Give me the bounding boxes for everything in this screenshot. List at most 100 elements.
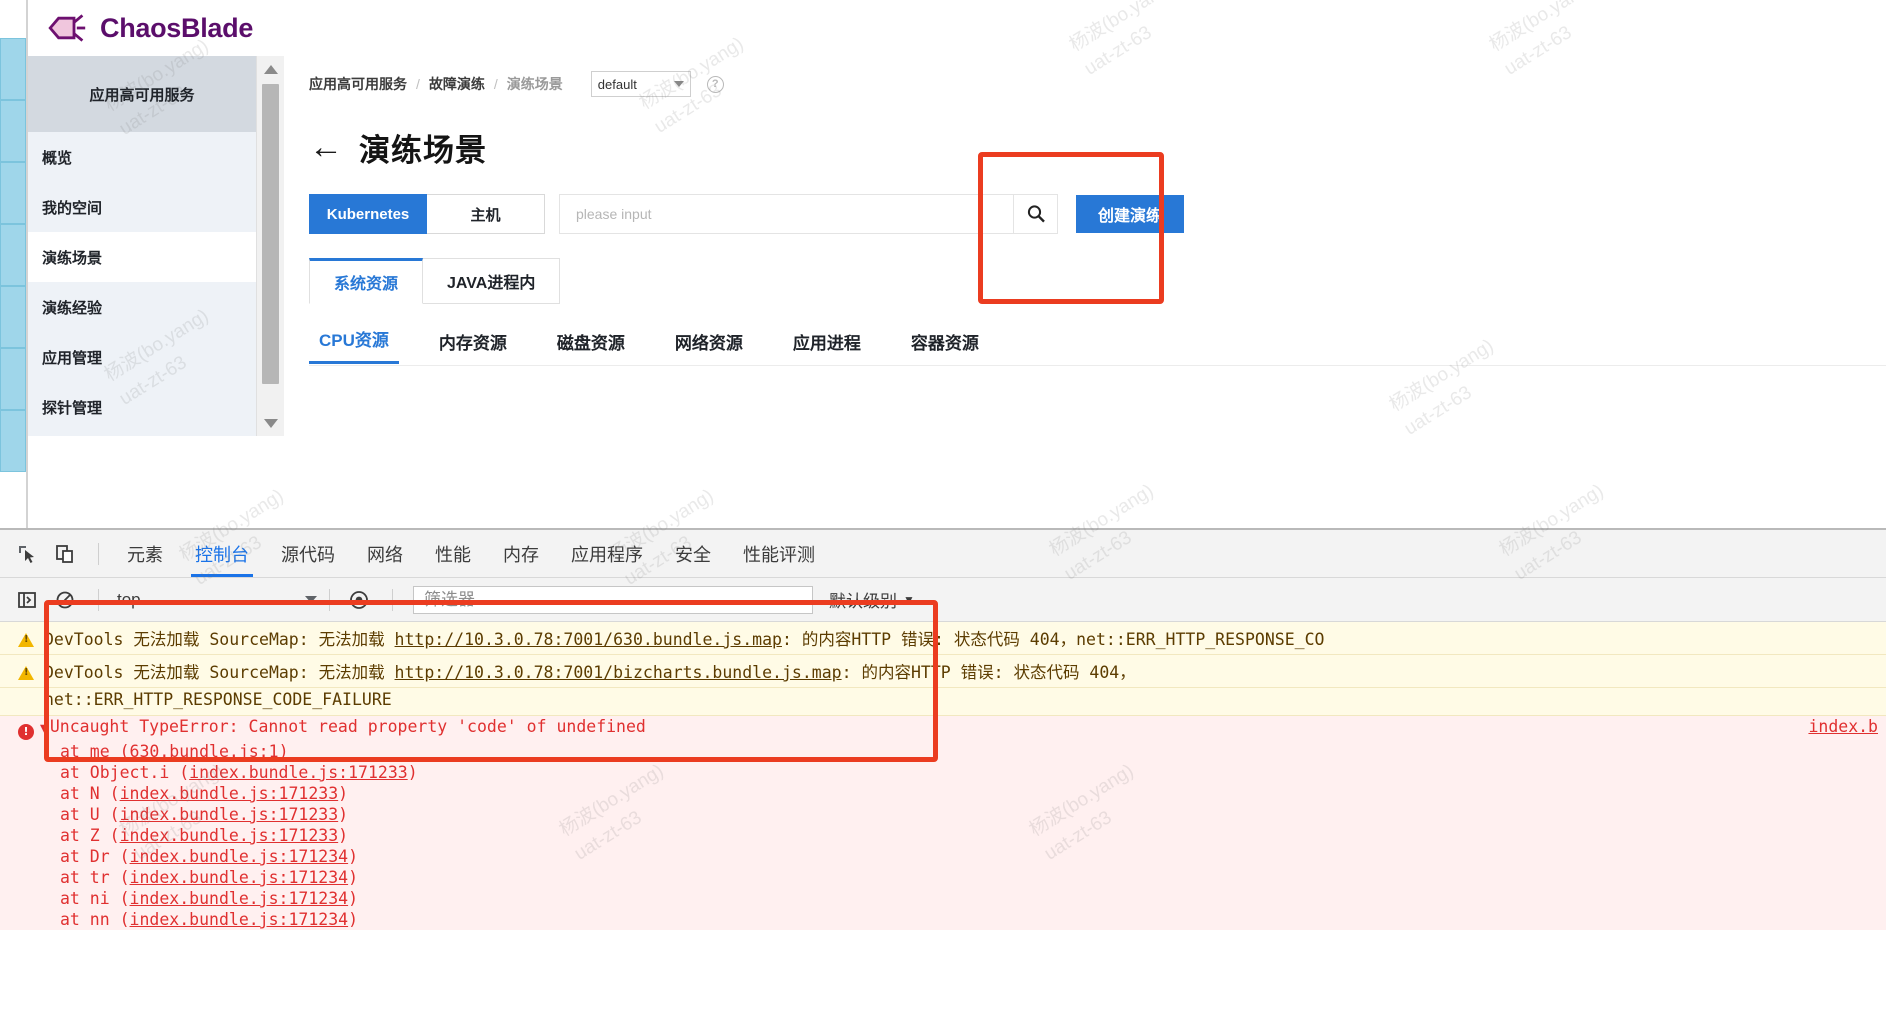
disclosure-triangle-icon[interactable]: ▼ [40, 721, 48, 736]
subtab-container[interactable]: 容器资源 [901, 329, 989, 364]
devtools-tab-lighthouse[interactable]: 性能评测 [727, 531, 831, 577]
sidebar-item-overview[interactable]: 概览 [28, 132, 256, 182]
console-sidebar-icon[interactable] [10, 583, 44, 617]
stack-frame: at tr (index.bundle.js:171234) [0, 867, 1886, 888]
breadcrumb-item-0[interactable]: 应用高可用服务 [309, 74, 407, 94]
devtools-tab-console[interactable]: 控制台 [179, 531, 265, 577]
stack-link[interactable]: index.bundle.js:171233 [120, 805, 339, 824]
stack-link[interactable]: index.bundle.js:171234 [130, 868, 349, 887]
tab-label: 元素 [127, 544, 163, 565]
sidebar-scrollbar[interactable] [256, 56, 284, 436]
segment-host[interactable]: 主机 [427, 194, 545, 234]
stack-close: ) [338, 784, 349, 803]
subtab-label: 应用进程 [792, 334, 861, 353]
warning-link[interactable]: http://10.3.0.78:7001/630.bundle.js.map [395, 630, 782, 649]
tab-java-inprocess[interactable]: JAVA进程内 [423, 258, 561, 304]
stack-fn: at U ( [60, 805, 120, 824]
page-title: 演练场景 [359, 132, 487, 168]
console-warning-row[interactable]: DevTools 无法加载 SourceMap: 无法加载 http://10.… [0, 655, 1886, 688]
device-toolbar-icon[interactable] [48, 537, 82, 571]
triangle-down-icon[interactable] [257, 412, 285, 434]
console-error-row[interactable]: ! ▼ Uncaught TypeError: Cannot read proper… [0, 716, 1886, 741]
sidebar-item-label: 应用管理 [42, 349, 103, 367]
stack-close: ) [348, 910, 359, 929]
back-arrow-icon[interactable]: ← [309, 130, 343, 164]
namespace-select[interactable]: default [590, 71, 691, 97]
tab-label: 性能 [435, 544, 471, 565]
console-filter-box[interactable] [413, 585, 813, 614]
stack-link[interactable]: index.bundle.js:171234 [130, 889, 349, 908]
subtab-memory[interactable]: 内存资源 [429, 329, 517, 364]
brand-name: ChaosBlade [100, 12, 254, 43]
tab-label: JAVA进程内 [447, 275, 536, 292]
search-icon [1027, 205, 1045, 223]
stack-frame: at nn (index.bundle.js:171234) [0, 909, 1886, 930]
segment-kubernetes[interactable]: Kubernetes [309, 194, 427, 234]
stack-fn: at nn ( [60, 910, 130, 929]
stack-fn: at Object.i ( [60, 763, 190, 782]
stack-link[interactable]: index.bundle.js:171233 [120, 784, 339, 803]
warning-link[interactable]: http://10.3.0.78:7001/bizcharts.bundle.j… [395, 663, 842, 682]
subtab-cpu[interactable]: CPU资源 [309, 326, 399, 364]
sidebar-item-my-space[interactable]: 我的空间 [28, 182, 256, 232]
search-box[interactable] [559, 194, 1014, 234]
breadcrumb-item-2: 演练场景 [506, 76, 563, 92]
live-expression-icon[interactable] [342, 583, 376, 617]
scrollbar-thumb[interactable] [262, 84, 279, 384]
sidebar-item-drill-experience[interactable]: 演练经验 [28, 282, 256, 332]
stack-frame: at N (index.bundle.js:171233) [0, 783, 1886, 804]
context-value: top [117, 589, 141, 609]
segment-label: Kubernetes [326, 205, 410, 223]
stack-frame: at Z (index.bundle.js:171233) [0, 825, 1886, 846]
devtools-tab-application[interactable]: 应用程序 [555, 531, 659, 577]
triangle-up-icon[interactable] [257, 58, 285, 80]
stack-close: ) [348, 868, 359, 887]
stack-link[interactable]: index.bundle.js:171234 [130, 910, 349, 929]
console-context-select[interactable]: top [117, 586, 317, 614]
stack-close: ) [278, 742, 289, 761]
stack-link[interactable]: index.bundle.js:171234 [130, 847, 349, 866]
devtools-tab-performance[interactable]: 性能 [419, 531, 487, 577]
devtools-tab-sources[interactable]: 源代码 [265, 531, 351, 577]
sidebar-item-drill-scenario[interactable]: 演练场景 [28, 232, 256, 282]
console-level-select[interactable]: 默认级别 ▼ [829, 587, 915, 612]
inspect-element-icon[interactable] [10, 537, 44, 571]
sidebar-item-probe-management[interactable]: 探针管理 [28, 382, 256, 432]
search-button[interactable] [1014, 194, 1058, 234]
sidebar-item-app-management[interactable]: 应用管理 [28, 332, 256, 382]
breadcrumb-item-1[interactable]: 故障演练 [429, 74, 485, 94]
tab-system-resource[interactable]: 系统资源 [309, 258, 424, 304]
warning-suffix: : 的内容HTTP 错误: 状态代码 404，net::ERR_HTTP_RES… [781, 630, 1325, 649]
subtab-label: 容器资源 [910, 334, 979, 353]
stack-link[interactable]: index.bundle.js:171233 [189, 763, 408, 782]
sidebar-item-label: 我的空间 [42, 199, 103, 217]
chevron-down-icon [673, 81, 684, 87]
devtools-tab-security[interactable]: 安全 [659, 531, 727, 577]
subtab-disk[interactable]: 磁盘资源 [547, 329, 635, 364]
filterbar-divider [392, 588, 393, 611]
tab-label: 系统资源 [334, 276, 399, 293]
console-warning-row[interactable]: DevTools 无法加载 SourceMap: 无法加载 http://10.… [0, 622, 1886, 655]
devtools-tab-memory[interactable]: 内存 [487, 531, 555, 577]
filterbar-divider [98, 588, 99, 611]
subtab-app-process[interactable]: 应用进程 [783, 329, 871, 364]
stack-link[interactable]: index.bundle.js:171233 [120, 826, 339, 845]
error-source-link[interactable]: index.b [1808, 717, 1878, 736]
create-drill-button[interactable]: 创建演练 [1076, 195, 1185, 233]
tab-label: 源代码 [281, 544, 335, 565]
stack-fn: at tr ( [60, 868, 130, 887]
console-filter-input[interactable] [422, 588, 812, 611]
subtab-network[interactable]: 网络资源 [665, 329, 753, 364]
devtools-tab-elements[interactable]: 元素 [111, 531, 179, 577]
devtools-tab-network[interactable]: 网络 [351, 531, 419, 577]
question-mark-icon[interactable]: ? [706, 75, 724, 93]
warning-prefix: DevTools 无法加载 SourceMap: 无法加载 [44, 663, 395, 682]
stack-fn: at Dr ( [60, 847, 130, 866]
stack-close: ) [348, 889, 359, 908]
page-title-row: ← 演练场景 [309, 114, 1886, 180]
devtools-panel: 元素 控制台 源代码 网络 性能 内存 应用程序 安全 性能评测 top 筛选器… [0, 480, 1886, 1010]
search-input[interactable] [574, 205, 1013, 223]
clear-console-icon[interactable] [48, 583, 82, 617]
stack-link[interactable]: 630.bundle.js:1 [130, 742, 279, 761]
subtab-label: 网络资源 [674, 334, 743, 353]
